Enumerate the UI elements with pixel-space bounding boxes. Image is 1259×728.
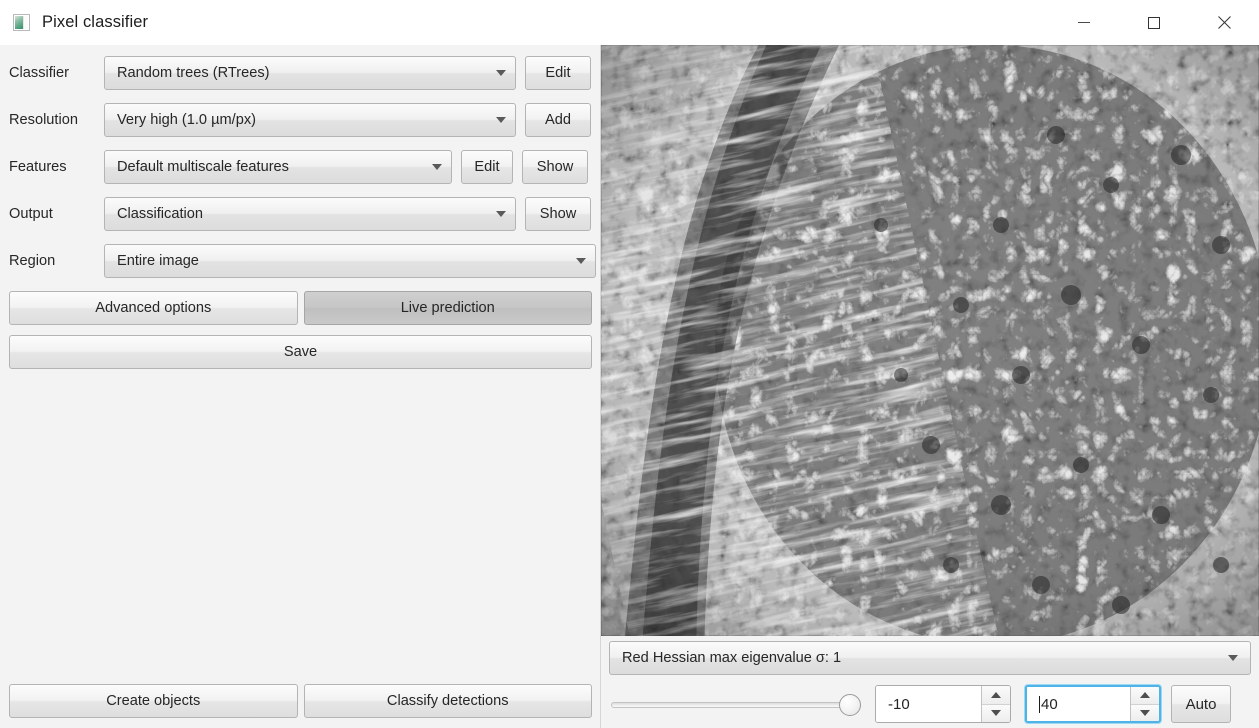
output-label: Output: [9, 206, 53, 222]
resolution-add-button[interactable]: Add: [525, 103, 591, 137]
preview-panel: Red Hessian max eigenvalue σ: 1 -10 40 A…: [601, 45, 1259, 728]
min-spinner-arrows: [981, 686, 1010, 722]
create-objects-button[interactable]: Create objects: [9, 684, 298, 718]
chevron-down-icon: [1228, 655, 1238, 661]
live-prediction-toggle[interactable]: Live prediction: [303, 291, 592, 325]
minimize-icon: [1078, 22, 1090, 23]
pixel-classifier-window: Pixel classifier Classifier Random trees…: [0, 0, 1259, 728]
max-decrement-button[interactable]: [1131, 703, 1159, 721]
chevron-up-icon: [991, 691, 1001, 698]
form-row-output: Output Classification Show: [0, 197, 601, 231]
display-range-slider[interactable]: [609, 687, 861, 721]
chevron-down-icon: [432, 164, 442, 170]
text-caret: [1039, 695, 1040, 713]
minimize-button[interactable]: [1049, 0, 1119, 45]
window-controls: [1049, 0, 1259, 45]
auto-range-button[interactable]: Auto: [1171, 685, 1231, 723]
settings-panel: Classifier Random trees (RTrees) Edit Re…: [0, 45, 601, 728]
min-value-input[interactable]: -10: [876, 686, 981, 722]
window-title: Pixel classifier: [42, 13, 149, 31]
classifier-select-value: Random trees (RTrees): [117, 65, 270, 81]
maximize-icon: [1148, 16, 1160, 29]
features-show-button[interactable]: Show: [522, 150, 588, 184]
chevron-down-icon: [1140, 709, 1150, 716]
save-button-row: Save: [0, 335, 601, 369]
form-row-region: Region Entire image: [0, 244, 601, 278]
max-increment-button[interactable]: [1131, 687, 1159, 704]
close-icon: [1217, 16, 1231, 30]
features-edit-button[interactable]: Edit: [461, 150, 513, 184]
classifier-edit-button[interactable]: Edit: [525, 56, 591, 90]
max-spinner-arrows: [1130, 687, 1159, 721]
features-select[interactable]: Default multiscale features: [104, 150, 452, 184]
form-row-classifier: Classifier Random trees (RTrees) Edit: [0, 56, 601, 90]
output-select-value: Classification: [117, 206, 203, 222]
max-value-text: 40: [1041, 695, 1058, 713]
image-thumbnail-icon: [13, 14, 30, 31]
features-select-value: Default multiscale features: [117, 159, 289, 175]
resolution-select[interactable]: Very high (1.0 µm/px): [104, 103, 516, 137]
form-row-features: Features Default multiscale features Edi…: [0, 150, 601, 184]
classifier-select[interactable]: Random trees (RTrees): [104, 56, 516, 90]
form-row-resolution: Resolution Very high (1.0 µm/px) Add: [0, 103, 601, 137]
output-select[interactable]: Classification: [104, 197, 516, 231]
save-button[interactable]: Save: [9, 335, 592, 369]
bottom-action-row: Create objects Classify detections: [0, 684, 601, 718]
chevron-down-icon: [496, 211, 506, 217]
max-value-input[interactable]: 40: [1027, 687, 1130, 721]
chevron-down-icon: [496, 117, 506, 123]
min-increment-button[interactable]: [982, 686, 1010, 704]
display-range-controls: -10 40 Auto: [609, 683, 1252, 725]
classifier-form: Classifier Random trees (RTrees) Edit Re…: [0, 45, 601, 369]
min-value-spinner[interactable]: -10: [875, 685, 1011, 723]
resolution-select-value: Very high (1.0 µm/px): [117, 112, 256, 128]
chevron-down-icon: [496, 70, 506, 76]
chevron-up-icon: [1140, 692, 1150, 699]
region-select-value: Entire image: [117, 253, 199, 269]
resolution-label: Resolution: [9, 112, 78, 128]
advanced-options-button[interactable]: Advanced options: [9, 291, 298, 325]
slider-thumb[interactable]: [839, 694, 861, 716]
min-decrement-button[interactable]: [982, 703, 1010, 722]
chevron-down-icon: [576, 258, 586, 264]
slider-track[interactable]: [611, 702, 859, 708]
classifier-label: Classifier: [9, 65, 70, 81]
max-value-spinner[interactable]: 40: [1025, 685, 1161, 723]
feature-preview-image[interactable]: [601, 45, 1259, 636]
title-bar: Pixel classifier: [0, 0, 1259, 46]
classify-detections-button[interactable]: Classify detections: [303, 684, 592, 718]
close-button[interactable]: [1189, 0, 1259, 45]
options-button-row: Advanced options Live prediction: [0, 291, 601, 325]
feature-select-bar: Red Hessian max eigenvalue σ: 1: [609, 641, 1251, 675]
output-show-button[interactable]: Show: [525, 197, 591, 231]
feature-select[interactable]: Red Hessian max eigenvalue σ: 1: [609, 641, 1251, 675]
feature-select-value: Red Hessian max eigenvalue σ: 1: [622, 650, 842, 666]
features-label: Features: [9, 159, 67, 175]
chevron-down-icon: [991, 710, 1001, 717]
region-label: Region: [9, 253, 56, 269]
region-select[interactable]: Entire image: [104, 244, 596, 278]
maximize-button[interactable]: [1119, 0, 1189, 45]
